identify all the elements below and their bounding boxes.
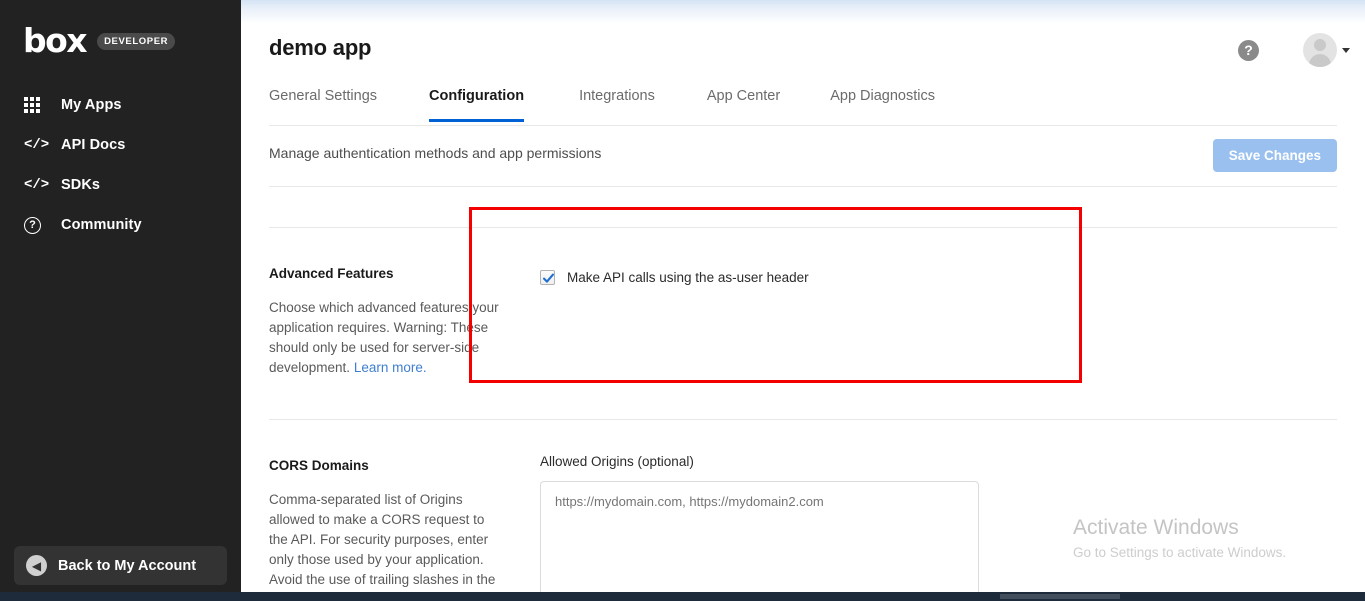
save-changes-button[interactable]: Save Changes <box>1212 139 1337 172</box>
brand[interactable]: box DEVELOPER <box>23 21 176 60</box>
sidebar-item-label: API Docs <box>61 137 126 153</box>
back-button-label: Back to My Account <box>58 557 197 574</box>
sidebar-item-label: My Apps <box>61 97 122 113</box>
tab-app-diagnostics[interactable]: App Diagnostics <box>830 88 935 122</box>
sidebar-nav: My Apps </> API Docs </> SDKs ? Communit… <box>0 85 241 245</box>
avatar <box>1303 33 1337 67</box>
cors-domains-label: CORS Domains <box>269 458 369 473</box>
account-menu[interactable] <box>1303 33 1350 67</box>
tab-configuration[interactable]: Configuration <box>429 88 525 122</box>
allowed-origins-label: Allowed Origins (optional) <box>540 454 694 469</box>
sidebar: box DEVELOPER My Apps </> API Docs </> S… <box>0 0 241 601</box>
help-icon[interactable]: ? <box>1238 39 1259 61</box>
tab-integrations[interactable]: Integrations <box>579 88 655 122</box>
tab-general-settings[interactable]: General Settings <box>269 88 377 122</box>
sidebar-item-api-docs[interactable]: </> API Docs <box>0 125 241 165</box>
advanced-features-body: Make API calls using the as-user header <box>540 270 1337 285</box>
sidebar-item-my-apps[interactable]: My Apps <box>0 85 241 125</box>
divider-2 <box>269 227 1337 228</box>
header-actions: ? <box>1238 33 1350 67</box>
question-circle-icon: ? <box>24 216 50 234</box>
chevron-down-icon <box>1342 47 1350 53</box>
as-user-header-row[interactable]: Make API calls using the as-user header <box>540 270 1337 285</box>
allowed-origins-input[interactable] <box>540 481 979 601</box>
sidebar-item-label: Community <box>61 217 142 233</box>
tab-app-center[interactable]: App Center <box>707 88 780 122</box>
taskbar-highlight <box>1000 594 1120 599</box>
cors-domains-body: Allowed Origins (optional) <box>540 454 1337 601</box>
back-arrow-icon: ◀ <box>26 555 47 576</box>
divider-3 <box>269 419 1337 420</box>
as-user-header-label: Make API calls using the as-user header <box>567 270 809 285</box>
os-taskbar <box>0 592 1365 601</box>
sidebar-item-sdks[interactable]: </> SDKs <box>0 165 241 205</box>
grid-icon <box>24 97 50 113</box>
section-subtitle: Manage authentication methods and app pe… <box>269 145 602 161</box>
tab-divider <box>269 125 1337 126</box>
as-user-header-checkbox[interactable] <box>540 270 555 285</box>
tab-bar: General Settings Configuration Integrati… <box>269 88 935 122</box>
code-icon: </> <box>24 137 50 153</box>
advanced-features-label: Advanced Features <box>269 266 394 281</box>
main-content: demo app ? General Settings Configuratio… <box>241 0 1365 601</box>
code-icon: </> <box>24 177 50 193</box>
sidebar-item-community[interactable]: ? Community <box>0 205 241 245</box>
top-gradient-strip <box>241 0 1365 24</box>
app-root: box DEVELOPER My Apps </> API Docs </> S… <box>0 0 1365 601</box>
advanced-features-description: Choose which advanced features your appl… <box>269 298 501 378</box>
divider-1 <box>269 186 1337 187</box>
developer-badge: DEVELOPER <box>97 33 176 50</box>
sidebar-item-label: SDKs <box>61 177 101 193</box>
page-title: demo app <box>269 35 372 60</box>
box-logo: box <box>23 21 88 60</box>
back-to-my-account-button[interactable]: ◀ Back to My Account <box>14 546 227 585</box>
cors-domains-description: Comma-separated list of Origins allowed … <box>269 492 496 601</box>
advanced-features-learn-more-link[interactable]: Learn more. <box>354 360 427 375</box>
